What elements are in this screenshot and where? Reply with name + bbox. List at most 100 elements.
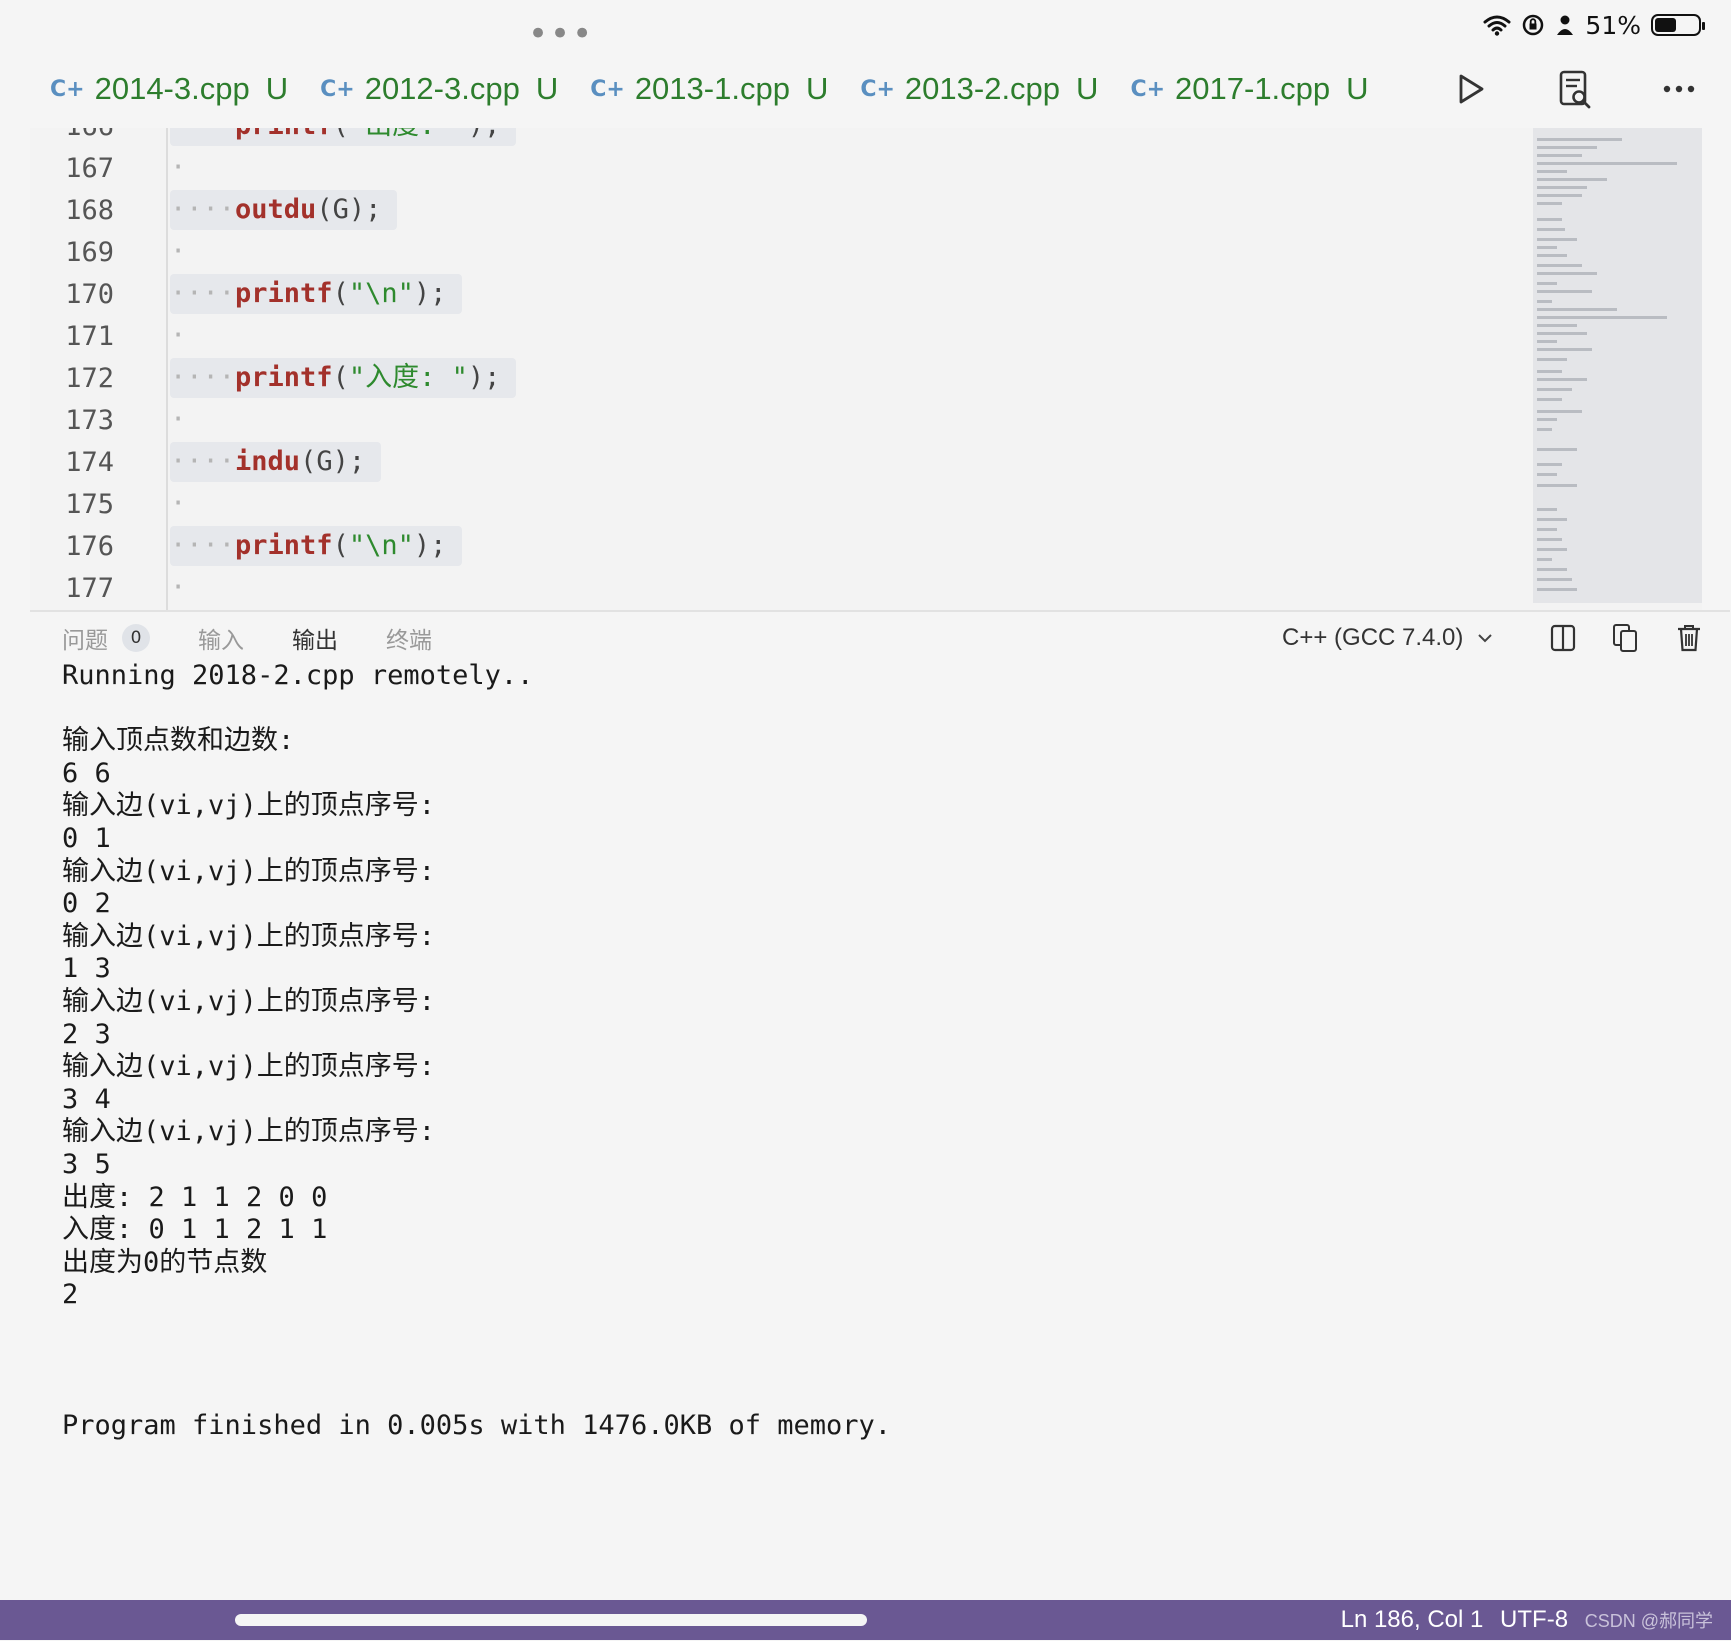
multitasking-dots-icon[interactable]: ••• [528,14,594,54]
rotation-lock-icon [1523,14,1544,36]
minimap[interactable] [1533,128,1702,603]
file-tab-name: 2017-1.cpp [1175,71,1331,106]
code-line[interactable]: ····printf("出度: "); [30,128,1530,148]
function-name: printf [235,530,333,561]
output-line: Program finished in 0.005s with 1476.0KB… [62,1409,892,1441]
person-icon [1557,15,1574,35]
code-line[interactable]: · [30,568,1530,610]
output-line: 输入边(vi,vj)上的顶点序号: [62,1051,436,1083]
output-line: 输入边(vi,vj)上的顶点序号: [62,920,436,952]
file-tab[interactable]: C+ 2012-3.cpp U [320,71,558,107]
git-untracked-badge: U [535,71,559,106]
string-literal: "出度: " [349,128,468,141]
code-line[interactable]: ····indu(G); [30,442,1530,484]
function-name: outdu [235,194,317,225]
git-untracked-badge: U [1076,71,1099,106]
file-tab-bar: C+ 2014-3.cpp U C+ 2012-3.cpp U C+ 2013-1.cpp U C… [50,62,1369,116]
find-in-file-button[interactable] [1552,66,1598,112]
panel-divider[interactable] [30,610,1730,612]
code-text: ····outdu(G); [170,190,398,230]
call-args: (G); [316,194,382,225]
more-button[interactable] [1656,66,1702,112]
output-line: 1 3 [62,953,111,985]
file-tab-name: 2013-2.cpp [904,71,1061,106]
language-label: C++ (GCC 7.4.0) [1282,624,1464,651]
output-line: 出度为0的节点数 [62,1246,268,1278]
more-horizontal-icon [1663,85,1695,93]
output-line: 出度: 2 1 1 2 0 0 [62,1181,328,1213]
cpp-file-icon: C+ [320,76,355,102]
code-line[interactable]: ····printf("入度: "); [30,358,1530,400]
tab-output-label: 输出 [292,628,338,654]
code-line[interactable]: · [30,484,1530,526]
file-tab[interactable]: C+ 2013-2.cpp U [860,71,1098,107]
output-line: 输入边(vi,vj)上的顶点序号: [62,855,436,887]
tab-problems-label: 问题 [62,628,108,654]
chevron-down-icon [1478,634,1493,643]
battery-percent: 51% [1585,10,1641,40]
file-tab[interactable]: C+ 2013-1.cpp U [590,71,828,107]
output-line: 入度: 0 1 1 2 1 1 [62,1214,328,1246]
battery-icon [1651,14,1705,36]
code-text: ····printf("\n"); [170,274,463,314]
function-name: printf [235,128,333,141]
code-text: · [170,488,187,519]
watermark: CSDN @郝同学 [1584,1611,1713,1631]
code-text: ····printf("出度: "); [170,128,517,146]
trash-icon [1678,625,1700,652]
code-text: · [170,152,187,183]
tab-terminal[interactable]: 终端 [386,621,432,655]
output-line: Running 2018-2.cpp remotely.. [62,660,534,691]
output-line: 3 5 [62,1148,111,1180]
code-text: · [170,320,187,351]
clear-output-button[interactable] [1672,620,1706,656]
encoding-label: UTF-8 [1500,1606,1569,1633]
code-text: ····indu(G); [170,442,382,482]
home-indicator[interactable] [235,1614,867,1626]
file-tab-name: 2013-1.cpp [634,71,790,106]
code-text: ····printf("入度: "); [170,358,517,398]
language-select[interactable]: C++ (GCC 7.4.0) [1282,618,1493,658]
code-editor[interactable]: 166167168169170171172173174175176177 ···… [30,128,1702,610]
file-tab[interactable]: C+ 2017-1.cpp U [1130,71,1368,107]
file-tab[interactable]: C+ 2014-3.cpp U [50,71,288,107]
cpp-file-icon: C+ [50,76,85,102]
code-line[interactable]: · [30,400,1530,442]
run-button[interactable] [1448,66,1494,112]
code-text: ····printf("\n"); [170,526,463,566]
cpp-file-icon: C+ [590,76,625,102]
tab-input[interactable]: 输入 [198,621,244,655]
string-literal: "\n" [348,278,414,309]
string-literal: "入度: " [348,362,468,393]
copy-icon [1613,624,1637,652]
cpp-file-icon: C+ [1130,76,1166,102]
output-line: 6 6 [62,757,111,789]
play-icon [1459,74,1484,104]
code-line[interactable]: ····outdu(G); [30,190,1530,232]
output-console: Running 2018-2.cpp remotely.. 输入顶点数和边数: 6 … [62,660,1662,1442]
code-text: · [170,236,187,267]
function-name: printf [235,362,333,393]
cursor-position-status[interactable]: Ln 186, Col 1 UTF-8 CSDN @郝同学 [1341,1600,1713,1640]
output-line: 输入顶点数和边数: [62,725,295,757]
git-untracked-badge: U [265,71,289,106]
split-panel-button[interactable] [1546,620,1580,656]
code-line[interactable]: ····printf("\n"); [30,526,1530,568]
tab-input-label: 输入 [198,628,244,654]
file-tab-name: 2012-3.cpp [364,71,520,106]
tab-output[interactable]: 输出 [292,621,338,655]
code-line[interactable]: · [30,148,1530,190]
output-line: 2 [62,1279,79,1311]
call-args: (G); [300,446,366,477]
code-line[interactable]: ····printf("\n"); [30,274,1530,316]
tab-problems[interactable]: 问题 0 [62,621,150,655]
copy-output-button[interactable] [1608,620,1642,656]
git-untracked-badge: U [805,71,829,106]
code-line[interactable]: · [30,316,1530,358]
function-name: indu [235,446,301,477]
panel-tab-bar: 问题 0 输入 输出 终端 [62,618,432,658]
code-text: · [170,404,187,435]
code-line[interactable]: · [30,232,1530,274]
